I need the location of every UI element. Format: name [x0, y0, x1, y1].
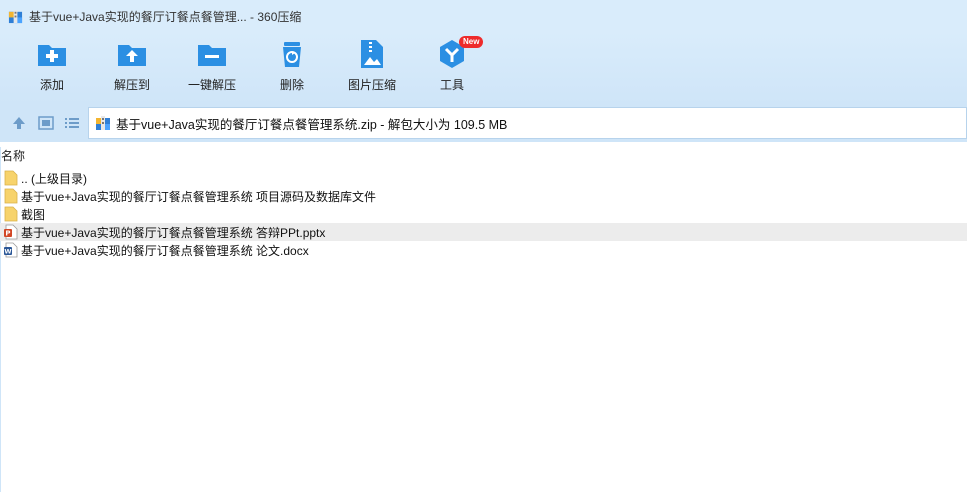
address-path: 基于vue+Java实现的餐厅订餐点餐管理系统.zip - 解包大小为 109.…: [116, 117, 508, 132]
add-icon: [38, 45, 66, 66]
file-list: .. (上级目录) 基于vue+Java实现的餐厅订餐点餐管理系统 项目源码及数…: [0, 169, 967, 259]
list-item-name: .. (上级目录): [21, 171, 87, 186]
image-compress-button[interactable]: 图片压缩: [337, 38, 407, 100]
one-click-extract-icon: [198, 45, 226, 66]
list-item[interactable]: P 基于vue+Java实现的餐厅订餐点餐管理系统 答辩PPt.pptx: [0, 223, 967, 241]
add-button[interactable]: 添加: [17, 38, 87, 100]
window-title: 基于vue+Java实现的餐厅订餐点餐管理... - 360压缩: [29, 9, 302, 24]
list-item-name: 基于vue+Java实现的餐厅订餐点餐管理系统 论文.docx: [21, 243, 309, 258]
tools-label: 工具: [439, 78, 464, 92]
powerpoint-file-icon: P: [4, 224, 18, 240]
title-bar: 基于vue+Java实现的餐厅订餐点餐管理... - 360压缩: [0, 0, 967, 32]
column-name-label: 名称: [1, 149, 26, 163]
folder-icon: [4, 188, 18, 204]
image-compress-label: 图片压缩: [347, 78, 396, 92]
list-item-name: 基于vue+Java实现的餐厅订餐点餐管理系统 项目源码及数据库文件: [21, 189, 377, 204]
folder-icon: [4, 170, 18, 186]
thumbnail-view-icon[interactable]: [37, 114, 55, 132]
tools-button[interactable]: New 工具: [417, 36, 487, 100]
word-file-icon: W: [4, 242, 18, 258]
list-view-icon[interactable]: [63, 114, 81, 132]
image-compress-icon: [361, 40, 383, 68]
extract-to-label: 解压到: [113, 78, 150, 92]
list-item-name: 基于vue+Java实现的餐厅订餐点餐管理系统 答辩PPt.pptx: [21, 225, 326, 240]
delete-button[interactable]: 删除: [257, 38, 327, 100]
list-item-name: 截图: [21, 207, 46, 222]
svg-text:P: P: [5, 230, 10, 238]
new-badge: New: [459, 36, 484, 48]
extract-to-button[interactable]: 解压到: [97, 38, 167, 100]
list-item[interactable]: 截图: [0, 205, 967, 223]
address-field[interactable]: 基于vue+Java实现的餐厅订餐点餐管理系统.zip - 解包大小为 109.…: [88, 107, 967, 139]
svg-text:W: W: [4, 248, 11, 256]
up-arrow-icon[interactable]: [10, 114, 28, 132]
delete-icon: [283, 42, 301, 67]
column-header[interactable]: 名称: [0, 147, 967, 164]
one-click-extract-label: 一键解压: [187, 78, 236, 92]
archive-icon: [8, 9, 23, 23]
add-label: 添加: [39, 78, 64, 92]
toolbar: 添加 解压到 一键解压 删除 图片压缩 New 工具: [0, 32, 967, 104]
list-item[interactable]: .. (上级目录): [0, 169, 967, 187]
folder-icon: [4, 206, 18, 222]
archive-icon: [96, 116, 110, 130]
extract-to-icon: [118, 45, 146, 66]
one-click-extract-button[interactable]: 一键解压: [177, 38, 247, 100]
list-item[interactable]: W 基于vue+Java实现的餐厅订餐点餐管理系统 论文.docx: [0, 241, 967, 259]
list-item[interactable]: 基于vue+Java实现的餐厅订餐点餐管理系统 项目源码及数据库文件: [0, 187, 967, 205]
address-bar: 基于vue+Java实现的餐厅订餐点餐管理系统.zip - 解包大小为 109.…: [0, 104, 967, 142]
delete-label: 删除: [279, 78, 304, 92]
